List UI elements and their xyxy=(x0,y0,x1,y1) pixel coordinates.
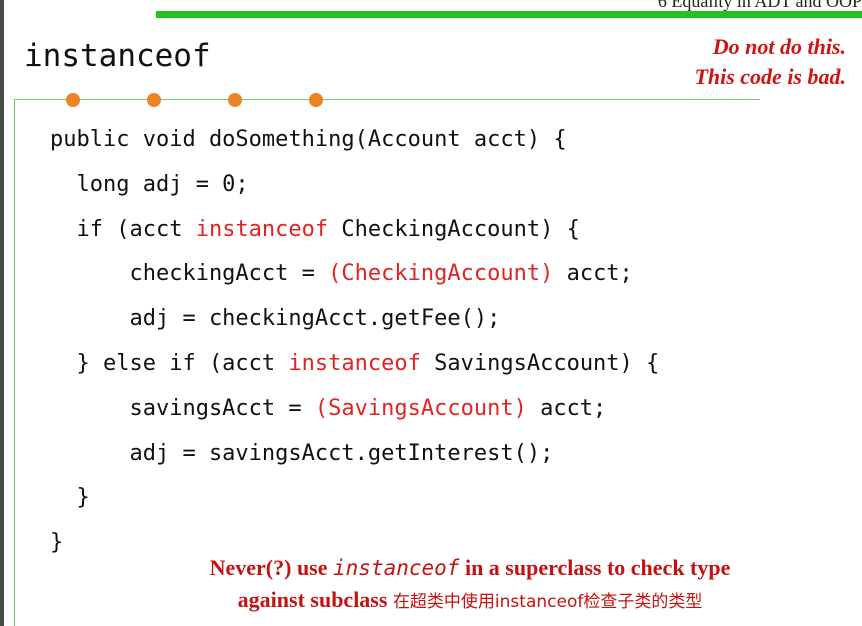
code-text: adj = checkingAcct.getFee(); xyxy=(50,306,501,332)
code-text: acct; xyxy=(526,395,607,421)
footer-note: Never(?) use instanceof in a superclass … xyxy=(120,552,820,618)
header-accent-bar xyxy=(156,11,862,18)
code-text: } else if (acct xyxy=(50,350,289,376)
code-text: if (acct xyxy=(50,216,196,242)
orange-dot-3 xyxy=(228,93,242,107)
footer-note-part2: in a superclass to check type xyxy=(459,555,731,580)
code-text: public void doSomething(Account acct) { xyxy=(50,127,567,152)
warning-line-1: Do not do this. xyxy=(712,34,846,59)
code-line: public void doSomething(Account acct) { xyxy=(50,118,659,163)
code-line: } else if (acct instanceof SavingsAccoun… xyxy=(50,342,659,387)
code-highlight: (CheckingAccount) xyxy=(328,261,554,287)
code-line: adj = savingsAcct.getInterest(); xyxy=(50,432,659,477)
orange-dot-4 xyxy=(309,93,323,107)
code-line: } xyxy=(50,476,659,521)
frame-left-line xyxy=(14,99,15,626)
left-edge-bar xyxy=(0,0,4,626)
code-text: checkingAcct = xyxy=(50,261,329,287)
code-text: adj = savingsAcct.getInterest(); xyxy=(50,440,554,466)
footer-note-keyword: instanceof xyxy=(333,556,460,580)
code-text: CheckingAccount) { xyxy=(328,216,580,242)
footer-note-line2-text: against subclass xyxy=(237,587,393,612)
orange-dot-2 xyxy=(147,93,161,107)
footer-note-line-2: against subclass 在超类中使用instanceof检查子类的类型 xyxy=(120,584,820,618)
footer-note-line-1: Never(?) use instanceof in a superclass … xyxy=(120,552,820,584)
slide-title: instanceof xyxy=(24,38,211,74)
warning-line-2: This code is bad. xyxy=(694,64,846,89)
footer-note-part1: Never(?) use xyxy=(209,555,334,580)
code-text: savingsAcct = xyxy=(50,395,315,421)
code-block: public void doSomething(Account acct) { … xyxy=(50,118,659,566)
running-title: 6 Equality in ADT and OOP xyxy=(657,0,862,11)
code-line: adj = checkingAcct.getFee(); xyxy=(50,297,659,342)
code-text: } xyxy=(50,530,64,556)
code-text: SavingsAccount) { xyxy=(420,350,660,376)
orange-dot-1 xyxy=(66,93,80,107)
warning-note: Do not do this. This code is bad. xyxy=(586,32,846,92)
frame-top-line xyxy=(14,99,760,100)
code-text: } xyxy=(50,485,90,511)
code-text: acct; xyxy=(553,261,633,287)
code-highlight: instanceof xyxy=(288,350,421,376)
code-line: if (acct instanceof CheckingAccount) { xyxy=(50,208,659,253)
code-highlight: instanceof xyxy=(195,216,329,242)
footer-note-chinese: 在超类中使用instanceof检查子类的类型 xyxy=(392,592,703,612)
code-line: savingsAcct = (SavingsAccount) acct; xyxy=(50,387,659,432)
code-highlight: (SavingsAccount) xyxy=(314,395,527,421)
code-line: long adj = 0; xyxy=(50,163,659,208)
code-line: checkingAcct = (CheckingAccount) acct; xyxy=(50,252,659,297)
code-text: long adj = 0; xyxy=(50,171,249,197)
